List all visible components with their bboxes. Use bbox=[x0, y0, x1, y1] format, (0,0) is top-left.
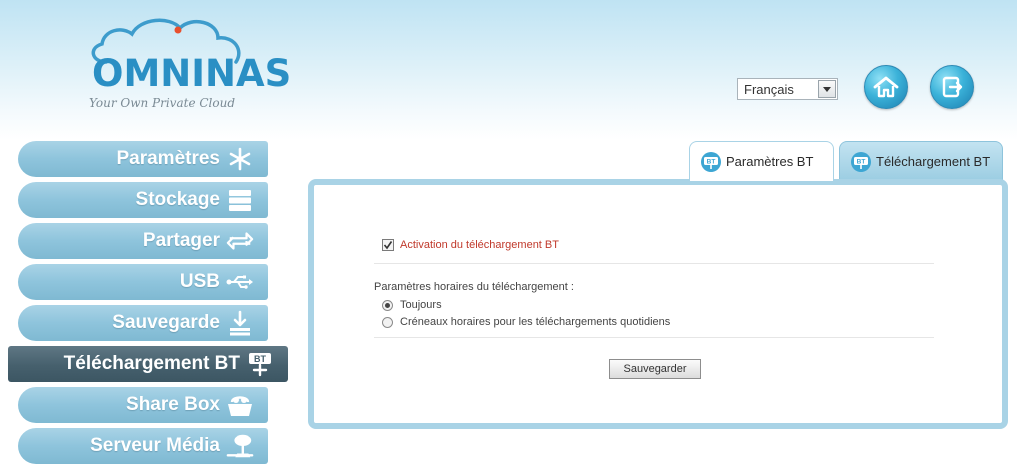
bt-tab-icon: BT bbox=[701, 151, 721, 172]
tab-label: Téléchargement BT bbox=[876, 154, 991, 169]
sidebar-item-label: Serveur Média bbox=[90, 435, 220, 456]
radio-always[interactable]: Toujours bbox=[382, 299, 442, 311]
share-icon bbox=[226, 228, 254, 254]
sidebar-item-usb[interactable]: USB bbox=[18, 264, 268, 300]
share-box-icon bbox=[226, 392, 254, 418]
svg-text:BT: BT bbox=[857, 158, 866, 165]
sidebar-item-label: Sauvegarde bbox=[112, 312, 220, 333]
brand-tagline: Your Own Private Cloud bbox=[89, 96, 236, 110]
tab-parametres-bt[interactable]: BT Paramètres BT bbox=[689, 141, 834, 181]
bt-download-icon: BT bbox=[246, 351, 274, 377]
sidebar-item-serveur-media[interactable]: Serveur Média bbox=[18, 428, 268, 464]
radio-always-label: Toujours bbox=[400, 299, 442, 311]
bt-tab-icon: BT bbox=[851, 151, 871, 172]
language-select[interactable]: Français bbox=[737, 78, 838, 100]
settings-icon bbox=[226, 146, 254, 172]
sidebar-item-label: Share Box bbox=[126, 394, 220, 415]
home-icon bbox=[873, 76, 899, 98]
sidebar-nav: Paramètres Stockage Partager USB Sauvega… bbox=[8, 141, 288, 469]
schedule-title: Paramètres horaires du téléchargement : bbox=[374, 281, 574, 293]
svg-text:BT: BT bbox=[254, 354, 266, 364]
sidebar-item-label: Partager bbox=[142, 230, 220, 251]
divider bbox=[374, 263, 934, 264]
tab-telechargement-bt[interactable]: BT Téléchargement BT bbox=[839, 141, 1003, 181]
settings-panel: Activation du téléchargement BT Paramètr… bbox=[308, 179, 1008, 429]
sidebar-item-sauvegarde[interactable]: Sauvegarde bbox=[18, 305, 268, 341]
sidebar-item-telechargement-bt[interactable]: Téléchargement BT BT bbox=[8, 346, 288, 382]
logout-button[interactable] bbox=[930, 65, 974, 109]
svg-text:BT: BT bbox=[707, 158, 716, 165]
radio-time-slots-label: Créneaux horaires pour les téléchargemen… bbox=[400, 316, 671, 328]
enable-bt-label: Activation du téléchargement BT bbox=[400, 239, 559, 251]
usb-icon bbox=[226, 269, 254, 295]
sidebar-item-label: Stockage bbox=[135, 189, 220, 210]
enable-bt-row: Activation du téléchargement BT bbox=[382, 239, 559, 251]
sidebar-item-parametres[interactable]: Paramètres bbox=[18, 141, 268, 177]
media-server-icon bbox=[226, 433, 254, 459]
backup-icon bbox=[226, 310, 254, 336]
storage-icon bbox=[226, 187, 254, 213]
language-value: Français bbox=[744, 81, 794, 97]
sidebar-item-label: USB bbox=[179, 271, 220, 292]
sidebar-item-partager[interactable]: Partager bbox=[18, 223, 268, 259]
sidebar-item-share-box[interactable]: Share Box bbox=[18, 387, 268, 423]
sidebar-item-stockage[interactable]: Stockage bbox=[18, 182, 268, 218]
save-button[interactable]: Sauvegarder bbox=[609, 359, 701, 379]
sidebar-item-label: Paramètres bbox=[116, 148, 220, 169]
brand-name: OMNINAS bbox=[92, 52, 292, 95]
chevron-down-icon[interactable] bbox=[818, 80, 836, 98]
radio-button[interactable] bbox=[382, 316, 393, 328]
radio-button-selected[interactable] bbox=[382, 299, 393, 311]
tab-label: Paramètres BT bbox=[726, 154, 814, 169]
sidebar-item-label: Téléchargement BT bbox=[63, 353, 240, 374]
radio-time-slots[interactable]: Créneaux horaires pour les téléchargemen… bbox=[382, 316, 670, 328]
header-banner: OMNINAS Your Own Private Cloud Français bbox=[0, 0, 1017, 140]
exit-icon bbox=[942, 76, 963, 98]
home-button[interactable] bbox=[864, 65, 908, 109]
divider bbox=[374, 337, 934, 338]
enable-bt-checkbox[interactable] bbox=[382, 239, 394, 251]
